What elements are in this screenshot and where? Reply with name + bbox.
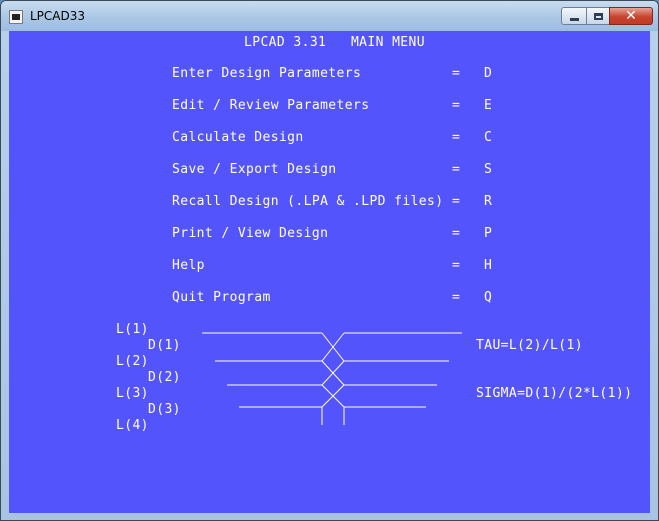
title-bar[interactable]: LPCAD33 ✕ bbox=[1, 1, 658, 31]
close-icon: ✕ bbox=[625, 8, 637, 24]
console-area: LPCAD 3.31 MAIN MENU Enter Design Parame… bbox=[9, 31, 650, 513]
maximize-icon bbox=[593, 12, 603, 20]
maximize-button[interactable] bbox=[586, 7, 610, 25]
window-title: LPCAD33 bbox=[30, 9, 86, 23]
minimize-button[interactable] bbox=[561, 7, 587, 25]
app-icon[interactable] bbox=[9, 10, 23, 24]
lpda-diagram bbox=[202, 332, 462, 425]
close-button[interactable]: ✕ bbox=[609, 7, 653, 25]
app-window: LPCAD33 ✕ LPCAD 3.31 MAIN MENU Enter Des… bbox=[0, 0, 659, 521]
minimize-icon bbox=[569, 17, 579, 21]
